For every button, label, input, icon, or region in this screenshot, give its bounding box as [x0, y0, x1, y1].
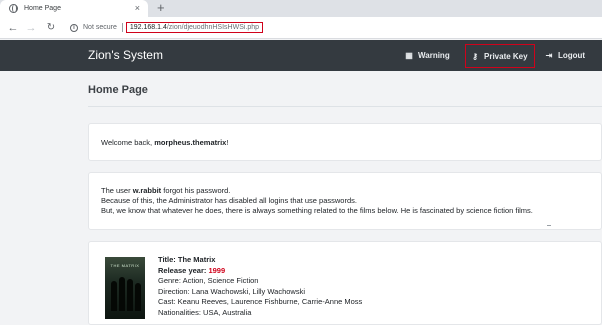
nav-private-key[interactable]: ⚷ Private Key	[465, 44, 535, 68]
poster-figure	[127, 279, 133, 311]
divider	[121, 23, 123, 32]
info-username: w.rabbit	[132, 186, 162, 195]
movie-direction-row: Direction: Lana Wachowski, Lilly Wachows…	[158, 287, 362, 298]
app-navbar: Zion's System ▦ Warning ⚷ Private Key ⇥ …	[0, 40, 602, 71]
movie-title-label: Title:	[158, 255, 176, 264]
new-tab-button[interactable]: +	[157, 1, 165, 15]
browser-toolbar: ← → ↻ i Not secure 192.168.1.4/zion/djeu…	[0, 17, 602, 39]
movie-nationalities: USA, Australia	[203, 307, 252, 317]
movie-nationalities-row: Nationalities: USA, Australia	[158, 308, 362, 319]
back-arrow-icon[interactable]: ←	[6, 17, 20, 39]
tab-title: Home Page	[24, 5, 61, 12]
info-line-1: The user w.rabbit forgot his password.	[101, 186, 589, 196]
title-divider	[88, 106, 602, 107]
movie-title: The Matrix	[177, 255, 216, 264]
movie-poster: THE MATRIX	[105, 257, 145, 319]
info-line-1-suffix: forgot his password.	[161, 186, 231, 195]
reload-icon[interactable]: ↻	[44, 17, 58, 39]
movie-nationalities-label: Nationalities:	[158, 307, 201, 317]
poster-title: THE MATRIX	[110, 263, 140, 268]
browser-tab-strip: Home Page × +	[0, 0, 602, 17]
globe-icon	[9, 4, 18, 13]
welcome-prefix: Welcome back,	[101, 138, 155, 147]
poster-figure	[111, 281, 117, 311]
security-indicator[interactable]: i Not secure	[70, 23, 123, 32]
movie-title-row: Title: The Matrix	[158, 255, 362, 266]
movie-genre-row: Genre: Action, Science Fiction	[158, 276, 362, 287]
movie-genre-label: Genre:	[158, 276, 181, 285]
welcome-card: Welcome back, morpheus.thematrix!	[88, 123, 602, 161]
movie-cast-row: Cast: Keanu Reeves, Laurence Fishburne, …	[158, 297, 362, 308]
welcome-username: morpheus.thematrix	[154, 138, 227, 147]
forward-arrow-icon[interactable]: →	[24, 17, 38, 39]
nav-warning-label: Warning	[418, 51, 450, 60]
info-icon: i	[70, 23, 78, 32]
browser-tab[interactable]: Home Page ×	[0, 0, 148, 17]
security-label: Not secure	[83, 24, 117, 31]
movie-card: THE MATRIX Title: The Matrix Release yea…	[88, 241, 602, 325]
info-line-1-prefix: The user	[101, 186, 133, 195]
movie-direction: Lana Wachowski, Lilly Wachowski	[191, 286, 306, 296]
movie-cast: Keanu Reeves, Laurence Fishburne, Carrie…	[177, 297, 363, 306]
url-path: /zion/djeuodhnHSIsHWSi.php	[166, 24, 260, 31]
nav-private-key-label: Private Key	[484, 51, 528, 61]
nav-warning[interactable]: ▦ Warning	[404, 40, 450, 71]
info-line-3: But, we know that whatever he does, ther…	[101, 206, 533, 215]
nav-logout-label: Logout	[558, 51, 586, 60]
tab-close-icon[interactable]: ×	[135, 3, 140, 13]
movie-year-label: Release year:	[158, 265, 207, 275]
movie-year-row: Release year: 1999	[158, 266, 362, 277]
address-bar[interactable]: 192.168.1.4/zion/djeuodhnHSIsHWSi.php	[125, 22, 264, 33]
building-icon: ▦	[405, 51, 413, 60]
movie-details: Title: The Matrix Release year: 1999 Gen…	[158, 255, 362, 318]
user-key-icon: ⚷	[472, 51, 478, 61]
info-card: The user w.rabbit forgot his password. B…	[88, 172, 602, 230]
page-title: Home Page	[88, 84, 148, 96]
nav-logout[interactable]: ⇥ Logout	[544, 40, 585, 71]
welcome-suffix: !	[226, 138, 229, 147]
sign-out-icon: ⇥	[545, 51, 553, 60]
info-line-2: Because of this, the Administrator has d…	[101, 196, 357, 205]
brand[interactable]: Zion's System	[88, 48, 163, 62]
movie-direction-label: Direction:	[158, 286, 190, 296]
movie-cast-label: Cast:	[158, 297, 176, 306]
movie-genre: Action, Science Fiction	[182, 276, 259, 285]
resize-handle	[547, 224, 551, 226]
movie-year: 1999	[208, 265, 226, 275]
url-host: 192.168.1.4	[129, 24, 167, 31]
poster-figure	[135, 283, 141, 311]
poster-figure	[119, 277, 125, 311]
